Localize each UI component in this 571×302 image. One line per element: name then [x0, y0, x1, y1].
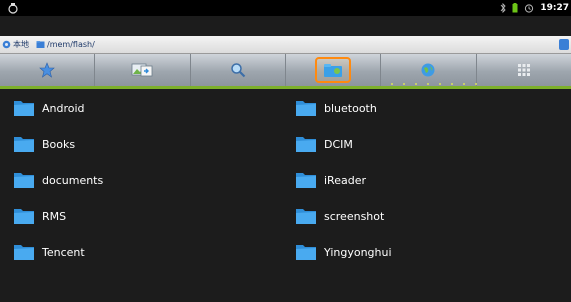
import-button[interactable] — [95, 54, 191, 86]
home-disk-icon — [2, 40, 11, 49]
folder-icon — [14, 137, 34, 152]
folder-icon — [14, 245, 34, 260]
folder-item[interactable]: screenshot — [294, 198, 384, 234]
folder-label: DCIM — [324, 137, 353, 151]
breadcrumb-home-label: 本地 — [13, 40, 29, 49]
globe-icon — [421, 63, 435, 77]
path-bar-up-button[interactable] — [559, 39, 569, 50]
usb-debug-icon — [8, 3, 18, 14]
folder-icon — [296, 137, 316, 152]
folder-item[interactable]: documents — [12, 162, 103, 198]
breadcrumb-path-label: /mem/flash/ — [47, 40, 95, 49]
folder-item[interactable]: Books — [12, 126, 75, 162]
network-button[interactable] — [381, 54, 477, 86]
folder-small-icon — [36, 41, 45, 48]
apps-button[interactable] — [477, 54, 571, 86]
folder-icon — [296, 173, 316, 188]
folder-icon — [14, 101, 34, 116]
folder-browser-icon — [324, 64, 343, 77]
favorites-button[interactable] — [0, 54, 96, 86]
folder-icon — [296, 101, 316, 116]
alarm-icon — [525, 4, 534, 13]
grid-icon — [517, 64, 530, 76]
folder-item[interactable]: Android — [12, 90, 85, 126]
folder-item[interactable]: Yingyonghui — [294, 234, 392, 270]
folder-item[interactable]: Tencent — [12, 234, 85, 270]
folder-label: documents — [42, 173, 104, 187]
breadcrumb-path[interactable]: /mem/flash/ — [36, 38, 95, 51]
folder-label: screenshot — [324, 209, 385, 223]
folder-icon — [14, 173, 34, 188]
folder-icon — [296, 209, 316, 224]
active-tab-highlight — [315, 57, 352, 83]
file-browser-button[interactable] — [286, 54, 382, 86]
import-image-icon — [132, 63, 153, 77]
folder-label: Android — [42, 101, 85, 115]
folder-icon — [296, 245, 316, 260]
folder-icon — [14, 209, 34, 224]
folder-label: Books — [42, 137, 76, 151]
folder-item[interactable]: DCIM — [294, 126, 353, 162]
clock: 19:27 — [540, 3, 569, 13]
toolbar-page-indicator — [391, 83, 477, 85]
toolbar — [0, 54, 571, 89]
folder-item[interactable]: RMS — [12, 198, 66, 234]
folder-item[interactable]: bluetooth — [294, 90, 377, 126]
search-button[interactable] — [191, 54, 286, 86]
star-icon — [39, 62, 55, 78]
folder-label: bluetooth — [324, 101, 377, 115]
folder-label: iReader — [324, 173, 366, 187]
path-bar: 本地 /mem/flash/ — [0, 36, 571, 54]
search-icon — [231, 63, 246, 78]
battery-icon — [512, 3, 518, 13]
folder-label: Tencent — [42, 245, 85, 259]
folder-item[interactable]: iReader — [294, 162, 366, 198]
folder-label: Yingyonghui — [324, 245, 392, 259]
status-bar: 19:27 — [0, 0, 571, 16]
folder-label: RMS — [42, 209, 67, 223]
breadcrumb-home[interactable]: 本地 — [2, 38, 29, 51]
bluetooth-icon — [500, 3, 506, 13]
